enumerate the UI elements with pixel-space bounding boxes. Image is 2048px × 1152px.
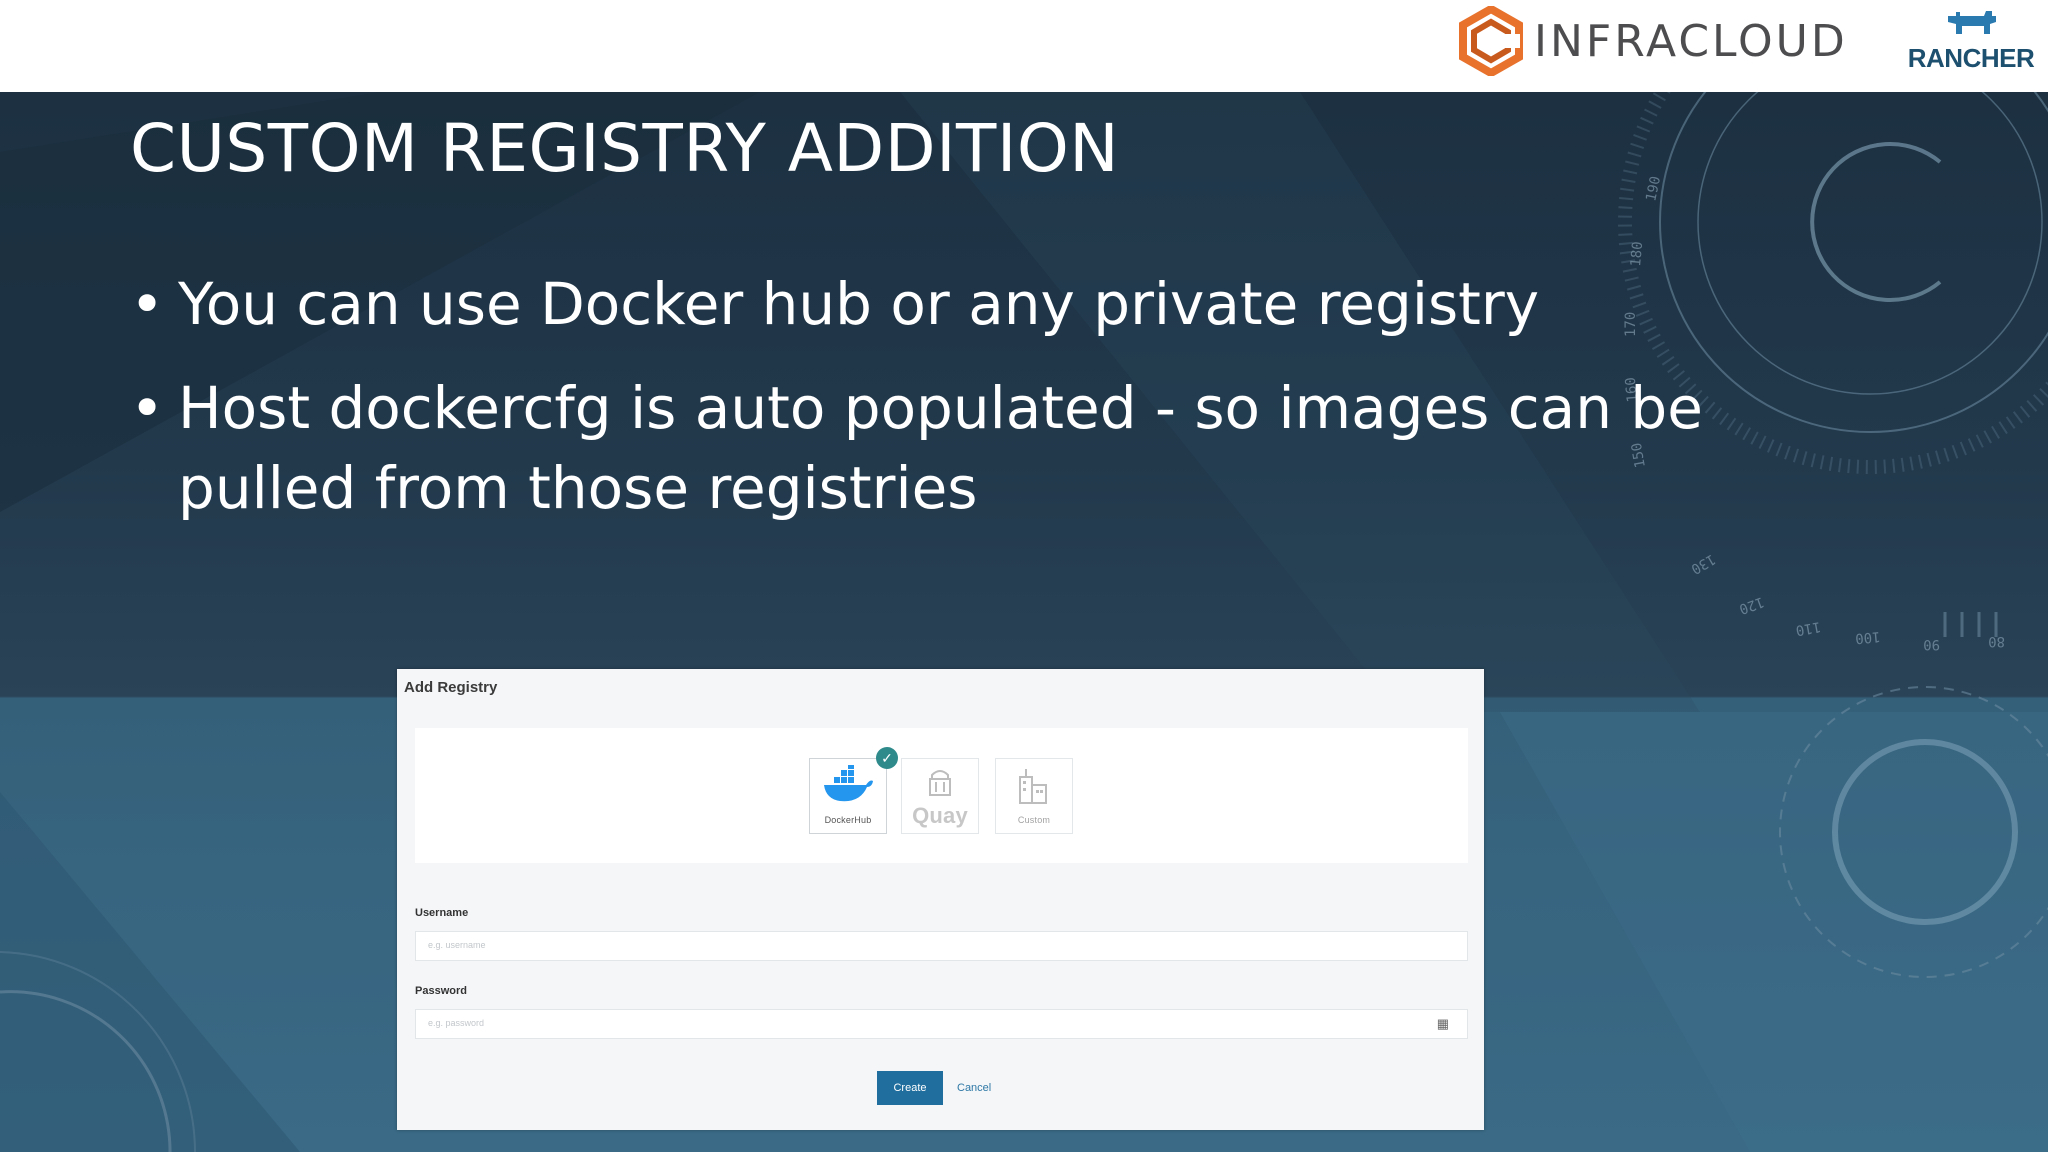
- dial-number: 80: [1988, 633, 2005, 649]
- bullet-dot: •: [130, 270, 165, 338]
- add-registry-screenshot: Add Registry DockerHub ✓ Quay Custom Use…: [397, 669, 1484, 1130]
- username-input[interactable]: e.g. username: [415, 931, 1468, 961]
- dialog-title: Add Registry: [404, 679, 498, 696]
- rancher-logo: RANCHER: [1906, 8, 2036, 74]
- infracloud-hexagon-icon: [1459, 6, 1523, 76]
- registry-option-dockerhub[interactable]: DockerHub ✓: [809, 747, 898, 834]
- custom-building-icon: [1019, 769, 1047, 804]
- bullet-text: Host dockercfg is auto populated - so im…: [178, 374, 1703, 522]
- slide-body: 190 180 170 160 150 130 120 110 100 90 8…: [0, 92, 2048, 1152]
- cancel-link[interactable]: Cancel: [957, 1071, 991, 1105]
- dial-number: 90: [1923, 636, 1940, 652]
- registry-option-label: Custom: [1017, 815, 1051, 825]
- password-label: Password: [415, 985, 467, 997]
- bullet-item: • Host dockercfg is auto populated - so …: [130, 368, 1830, 528]
- password-placeholder: e.g. password: [428, 1018, 485, 1028]
- diagonal-band: [0, 792, 300, 1152]
- username-label: Username: [415, 907, 469, 919]
- top-logo-bar: INFRACLOUD RANCHER: [0, 0, 2048, 92]
- infracloud-logo: INFRACLOUD: [1458, 5, 1848, 77]
- dial-number: 100: [1854, 628, 1881, 646]
- diagonal-band: [1500, 712, 2048, 1152]
- username-placeholder: e.g. username: [428, 940, 486, 950]
- registry-option-custom[interactable]: Custom: [995, 758, 1073, 834]
- docker-whale-icon: [824, 765, 873, 802]
- password-reveal-icon[interactable]: ▦: [1437, 1016, 1449, 1032]
- password-input[interactable]: e.g. password ▦: [415, 1009, 1468, 1039]
- selected-check-icon: ✓: [876, 747, 898, 769]
- bullet-item: • You can use Docker hub or any private …: [130, 264, 1830, 344]
- rancher-wordmark: RANCHER: [1907, 43, 2035, 73]
- create-button[interactable]: Create: [877, 1071, 943, 1105]
- rancher-bull-icon: [1948, 11, 1996, 34]
- bullet-list: • You can use Docker hub or any private …: [130, 264, 1830, 552]
- slide-title: CUSTOM REGISTRY ADDITION: [130, 110, 1120, 187]
- bullet-dot: •: [130, 374, 165, 442]
- quay-icon: [929, 770, 951, 796]
- bullet-text: You can use Docker hub or any private re…: [178, 270, 1540, 338]
- dial-number: 110: [1794, 618, 1822, 638]
- registry-option-quay[interactable]: Quay: [901, 758, 979, 834]
- registry-type-picker: DockerHub ✓ Quay Custom: [415, 728, 1468, 863]
- infracloud-wordmark: INFRACLOUD: [1534, 15, 1848, 67]
- dial-arc: [1810, 142, 1942, 302]
- registry-option-label: Quay: [912, 803, 968, 828]
- registry-option-label: DockerHub: [824, 815, 872, 825]
- dial-number: 120: [1737, 593, 1766, 617]
- dial-number: 130: [1688, 551, 1718, 578]
